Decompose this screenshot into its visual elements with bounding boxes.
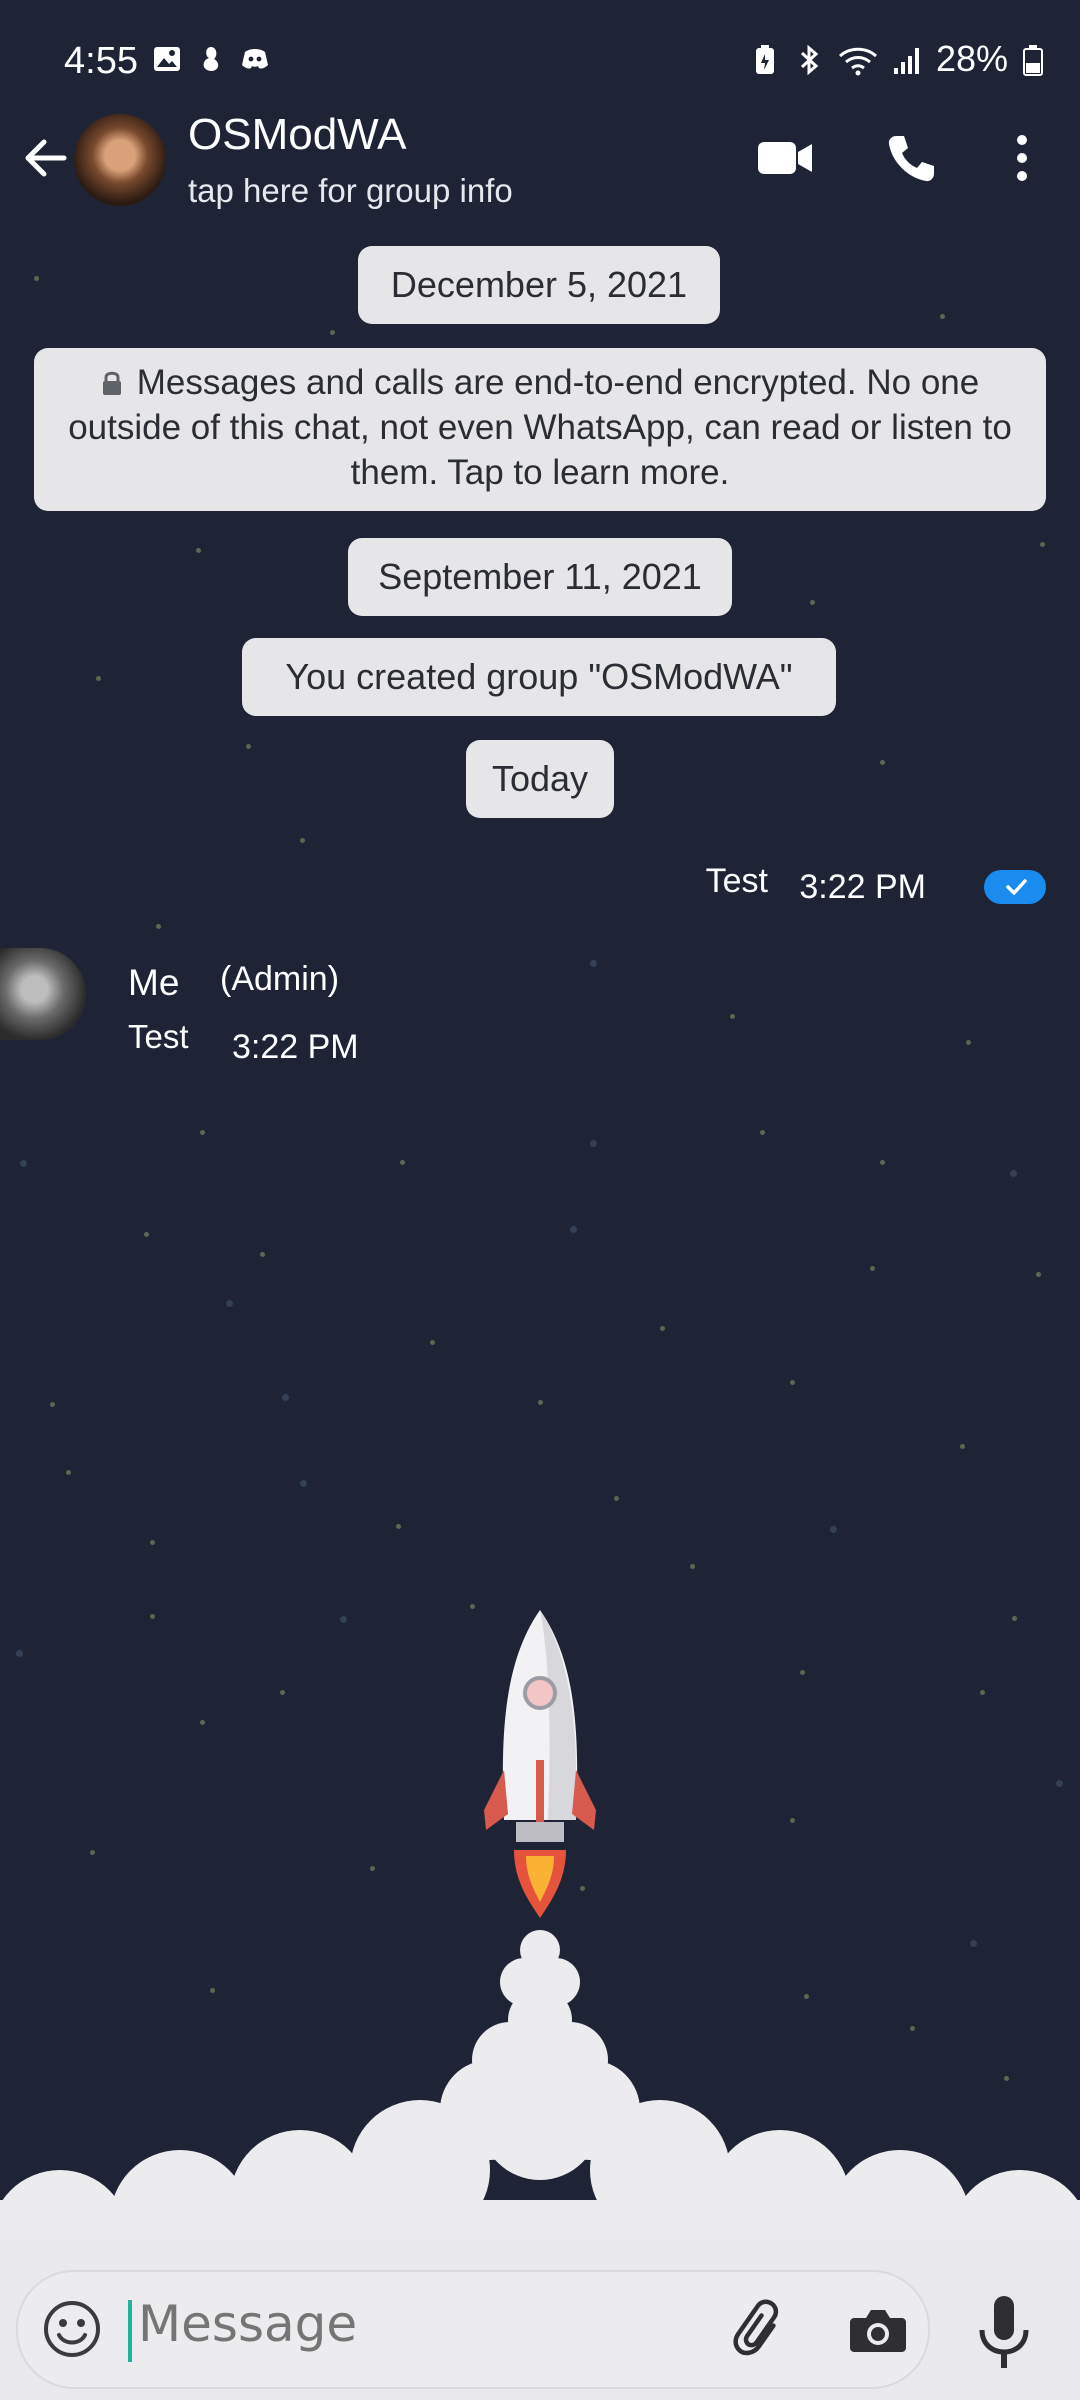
- app-icon: [196, 44, 226, 74]
- battery-percent: 28%: [935, 38, 1008, 79]
- sender-name[interactable]: Me: [128, 962, 179, 1004]
- date-chip: Today: [466, 740, 614, 818]
- message-text: Test: [705, 862, 768, 900]
- system-status-icons: 28%: [750, 38, 1044, 80]
- discord-icon: [240, 44, 270, 74]
- battery-saver-icon: [750, 43, 780, 75]
- rocket-wallpaper: [0, 1600, 1080, 2310]
- bluetooth-icon: [794, 43, 824, 76]
- signal-icon: [892, 43, 922, 75]
- lock-icon: [101, 362, 123, 395]
- sender-avatar[interactable]: [0, 948, 86, 1040]
- read-receipt-icon: [984, 870, 1046, 904]
- incoming-message[interactable]: Me (Admin) Test 3:22 PM: [110, 950, 390, 1080]
- attach-icon[interactable]: [728, 2298, 792, 2362]
- battery-icon: [1022, 43, 1044, 76]
- cloud-illustration: [0, 1930, 1080, 2310]
- video-call-icon[interactable]: [756, 128, 816, 188]
- chat-title[interactable]: OSModWA: [188, 110, 406, 160]
- emoji-icon[interactable]: [40, 2297, 104, 2361]
- wifi-icon: [838, 43, 878, 76]
- group-avatar[interactable]: [74, 114, 166, 206]
- message-input-container[interactable]: [16, 2270, 930, 2389]
- more-options-icon[interactable]: [992, 128, 1052, 188]
- voice-call-icon[interactable]: [882, 128, 942, 188]
- rocket-illustration: [484, 1610, 596, 1918]
- message-time: 3:22 PM: [232, 1028, 359, 1066]
- status-time: 4:55: [64, 40, 138, 82]
- sender-role: (Admin): [220, 960, 340, 998]
- back-arrow-icon[interactable]: [16, 128, 76, 188]
- message-text: Test: [128, 1018, 189, 1055]
- composer-bar: [0, 2240, 1080, 2400]
- group-created-notice: You created group "OSModWA": [242, 638, 836, 716]
- message-input[interactable]: [136, 2294, 700, 2354]
- encryption-notice[interactable]: Messages and calls are end-to-end encryp…: [34, 348, 1046, 511]
- status-bar: 4:55 28%: [0, 0, 1080, 110]
- group-info-hint[interactable]: tap here for group info: [188, 172, 513, 210]
- text-caret: [128, 2300, 132, 2362]
- outgoing-message[interactable]: Test 3:22 PM: [526, 856, 1046, 920]
- date-chip: September 11, 2021: [348, 538, 732, 616]
- notification-icons: [152, 44, 270, 74]
- message-time: 3:22 PM: [799, 868, 926, 906]
- encryption-notice-text: Messages and calls are end-to-end encryp…: [68, 363, 1012, 492]
- mic-icon[interactable]: [968, 2292, 1040, 2376]
- camera-icon[interactable]: [848, 2300, 908, 2360]
- gallery-icon: [152, 44, 182, 74]
- date-chip: December 5, 2021: [358, 246, 720, 324]
- chat-header[interactable]: OSModWA tap here for group info: [0, 110, 1080, 215]
